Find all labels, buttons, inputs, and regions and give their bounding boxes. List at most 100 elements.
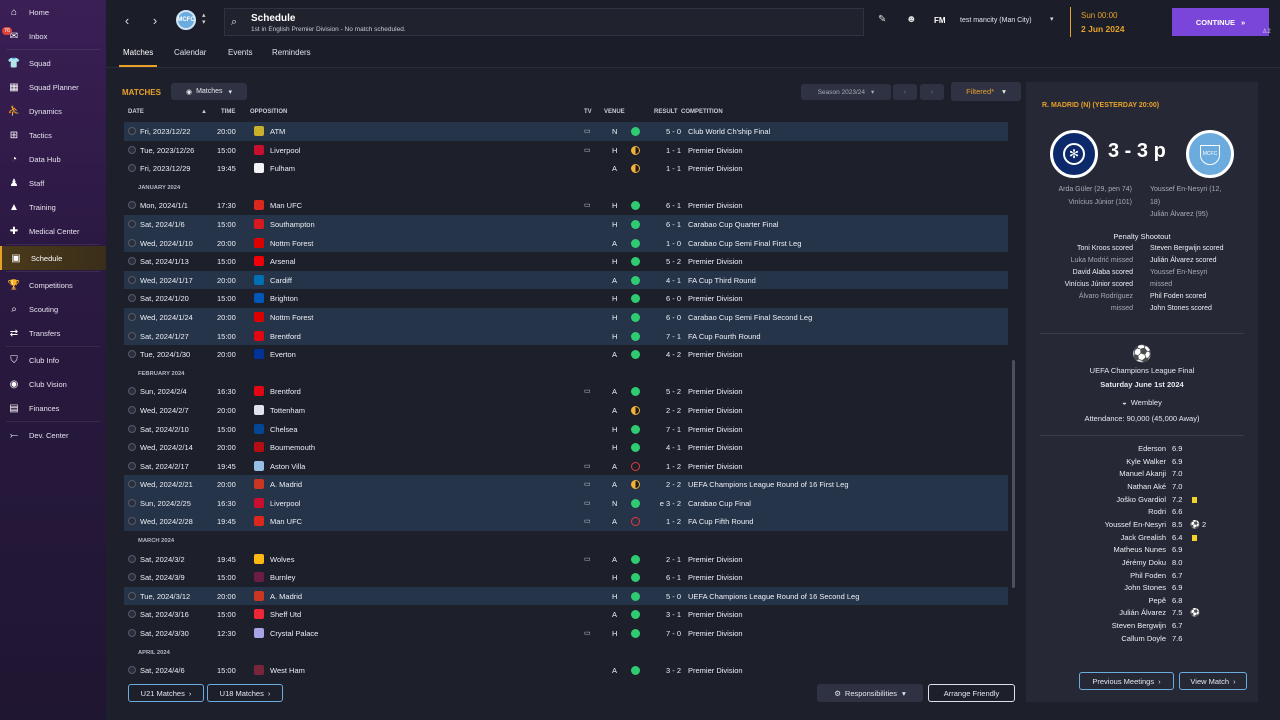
responsibilities-button[interactable]: ⚙ Responsibilities ▾	[817, 684, 923, 702]
previous-meetings-button[interactable]: Previous Meetings ›	[1079, 672, 1174, 690]
table-row[interactable]: Sat, 2024/2/17 19:45 Aston Villa ▭ A 1 - 2 Pre…	[124, 457, 1008, 476]
player-rating-row[interactable]: Jérémy Doku 8.0	[1026, 557, 1258, 570]
table-row[interactable]: Tue, 2024/1/30 20:00 Everton A 4 - 2 Premier …	[124, 345, 1008, 364]
table-row[interactable]: Sat, 2024/3/30 12:30 Crystal Palace ▭ H 7 - 0…	[124, 624, 1008, 643]
sidebar-item-dev-center[interactable]: ⤚ Dev. Center	[0, 423, 106, 447]
table-row[interactable]: Wed, 2024/1/24 20:00 Nottm Forest H 6 - 0 Car…	[124, 307, 1008, 327]
shield-icon: ⛉	[10, 354, 18, 366]
table-row[interactable]: Sat, 2024/1/27 15:00 Brentford H 7 - 1 FA Cup…	[124, 326, 1008, 346]
table-row[interactable]: Sat, 2024/1/20 15:00 Brighton H 6 - 0 Premier…	[124, 289, 1008, 308]
player-rating-row[interactable]: Julián Álvarez 7.5 ⚽	[1026, 607, 1258, 620]
sidebar-item-inbox[interactable]: ✉ Inbox 76	[0, 24, 106, 48]
table-row[interactable]: Wed, 2024/2/21 20:00 A. Madrid ▭ A 2 - 2 UEFA …	[124, 475, 1008, 494]
real-madrid-crest-icon[interactable]: ✻	[1050, 130, 1098, 178]
arrange-friendly-button[interactable]: Arrange Friendly	[928, 684, 1015, 702]
player-rating-row[interactable]: Jack Grealish 6.4	[1026, 532, 1258, 545]
table-row[interactable]: Wed, 2024/2/7 20:00 Tottenham A 2 - 2 Premier…	[124, 401, 1008, 420]
player-rating-row[interactable]: Manuel Akanji 7.0	[1026, 468, 1258, 481]
u18-matches-button[interactable]: U18 Matches ›	[207, 684, 283, 702]
filter-dropdown[interactable]: Filtered* ▾	[951, 82, 1021, 101]
table-row[interactable]: Sat, 2024/1/13 15:00 Arsenal H 5 - 2 Premier …	[124, 252, 1008, 271]
table-row[interactable]: Sat, 2024/1/6 15:00 Southampton H 6 - 1 Carab…	[124, 214, 1008, 234]
sidebar-item-home[interactable]: ⌂ Home	[0, 0, 106, 24]
table-row[interactable]: Wed, 2024/1/17 20:00 Cardiff A 4 - 1 FA Cup T…	[124, 270, 1008, 290]
table-row[interactable]: Sat, 2024/2/10 15:00 Chelsea H 7 - 1 Premier …	[124, 420, 1008, 439]
forward-arrow-icon[interactable]: ›	[146, 10, 164, 30]
table-row[interactable]: Sun, 2024/2/4 16:30 Brentford ▭ A 5 - 2 Premie…	[124, 382, 1008, 401]
manager-name[interactable]: test mancity (Man City)	[960, 17, 1032, 24]
player-rating-row[interactable]: Callum Doyle 7.6	[1026, 633, 1258, 646]
col-tv[interactable]: TV	[584, 109, 592, 115]
manager-face-icon[interactable]: ☻	[906, 14, 917, 25]
table-row[interactable]: Sat, 2024/3/16 15:00 Sheff Utd A 3 - 1 Premie…	[124, 605, 1008, 624]
col-competition[interactable]: COMPETITION	[681, 109, 723, 115]
tab-events[interactable]: Events	[228, 48, 252, 57]
fm-logo[interactable]: FM	[934, 16, 946, 25]
table-row[interactable]: Sat, 2024/3/2 19:45 Wolves ▭ A 2 - 1 Premier D…	[124, 550, 1008, 569]
u21-matches-button[interactable]: U21 Matches ›	[128, 684, 204, 702]
player-rating-row[interactable]: John Stones 6.9	[1026, 582, 1258, 595]
col-time[interactable]: TIME	[221, 109, 235, 115]
sidebar-item-finances[interactable]: ▤ Finances	[0, 396, 106, 420]
sidebar-item-scouting[interactable]: ⌕ Scouting	[0, 297, 106, 321]
sidebar-item-squad[interactable]: 👕 Squad	[0, 51, 106, 75]
player-rating-row[interactable]: Youssef En-Nesyri 8.5 ⚽ 2	[1026, 519, 1258, 532]
sidebar-item-dynamics[interactable]: ⛹ Dynamics	[0, 99, 106, 123]
sidebar-item-data-hub[interactable]: ◔ Data Hub	[0, 147, 106, 171]
table-row[interactable]: Fri, 2023/12/22 20:00 ATM ▭ N 5 - 0 Club World…	[124, 122, 1008, 141]
col-date[interactable]: DATE	[128, 109, 144, 115]
scrollbar[interactable]	[1012, 360, 1015, 588]
tab-reminders[interactable]: Reminders	[272, 48, 311, 57]
chevron-down-icon[interactable]: ▾	[1050, 15, 1054, 23]
table-row[interactable]: Tue, 2023/12/26 15:00 Liverpool ▭ H 1 - 1 Prem…	[124, 141, 1008, 160]
player-rating-row[interactable]: Nathan Aké 7.0	[1026, 481, 1258, 494]
table-row[interactable]: Wed, 2024/2/14 20:00 Bournemouth H 4 - 1 Prem…	[124, 438, 1008, 457]
player-rating-row[interactable]: Phil Foden 6.7	[1026, 570, 1258, 583]
tab-calendar[interactable]: Calendar	[174, 48, 206, 57]
sidebar-item-transfers[interactable]: ⇄ Transfers	[0, 321, 106, 345]
table-row[interactable]: Wed, 2024/2/28 19:45 Man UFC ▭ A 1 - 2 FA Cup …	[124, 512, 1008, 532]
season-dropdown[interactable]: Season 2023/24 ▾	[801, 84, 891, 100]
table-row[interactable]: Sun, 2024/2/25 16:30 Liverpool ▭ Ne 3 - 2 Car…	[124, 493, 1008, 513]
matches-view-dropdown[interactable]: ◉ Matches ▾	[171, 83, 247, 100]
sort-asc-icon[interactable]: ▲	[201, 109, 207, 115]
col-venue[interactable]: VENUE	[604, 109, 625, 115]
page-title-box[interactable]: ⌕ Schedule 1st in English Premier Divisi…	[224, 8, 864, 36]
sidebar-item-staff[interactable]: ♟ Staff	[0, 171, 106, 195]
table-row[interactable]: Sat, 2024/3/9 15:00 Burnley H 6 - 1 Premier D…	[124, 568, 1008, 587]
player-rating-row[interactable]: Ederson 6.9	[1026, 443, 1258, 456]
player-rating-row[interactable]: Rodri 6.6	[1026, 506, 1258, 519]
man-city-crest-icon[interactable]: MCFC	[1186, 130, 1234, 178]
view-match-button[interactable]: View Match ›	[1179, 672, 1247, 690]
game-date[interactable]: Sun 00:00 2 Jun 2024	[1070, 7, 1162, 37]
col-opposition[interactable]: OPPOSITION	[250, 109, 287, 115]
player-rating-row[interactable]: Steven Bergwijn 6.7	[1026, 620, 1258, 633]
club-crest-icon[interactable]: MCFC	[176, 10, 196, 30]
table-row[interactable]: Fri, 2023/12/29 19:45 Fulham A 1 - 1 Premier …	[124, 159, 1008, 178]
sidebar-item-schedule[interactable]: ▣ Schedule	[0, 246, 106, 270]
search-icon[interactable]: ⌕	[231, 16, 237, 29]
table-row[interactable]: Tue, 2024/3/12 20:00 A. Madrid H 5 - 0 UEFA C…	[124, 586, 1008, 606]
tab-matches[interactable]: Matches	[118, 48, 158, 67]
player-rating-row[interactable]: Pepê 6.8	[1026, 595, 1258, 608]
back-arrow-icon[interactable]: ‹	[118, 10, 136, 30]
table-row[interactable]: Wed, 2024/1/10 20:00 Nottm Forest A 1 - 0 Car…	[124, 233, 1008, 253]
table-row[interactable]: Mon, 2024/1/1 17:30 Man UFC ▭ H 6 - 1 Premier …	[124, 196, 1008, 215]
table-row[interactable]: Sat, 2024/4/6 15:00 West Ham A 3 - 2 Premier …	[124, 661, 1008, 680]
player-rating-row[interactable]: Matheus Nunes 6.9	[1026, 544, 1258, 557]
prev-season-button[interactable]: ‹	[893, 84, 917, 100]
sidebar-item-medical-center[interactable]: ✚ Medical Center	[0, 219, 106, 243]
col-result[interactable]: RESULT	[654, 109, 678, 115]
club-switch-icon[interactable]: ▴ ▾	[202, 12, 206, 26]
next-season-button[interactable]: ›	[920, 84, 944, 100]
sidebar-item-squad-planner[interactable]: ▦ Squad Planner	[0, 75, 106, 99]
sidebar-item-club-vision[interactable]: ◉ Club Vision	[0, 372, 106, 396]
sidebar-item-training[interactable]: ▲ Training	[0, 195, 106, 219]
continue-button[interactable]: CONTINUE »	[1172, 8, 1269, 36]
player-rating-row[interactable]: Joško Gvardiol 7.2	[1026, 494, 1258, 507]
player-rating-row[interactable]: Kyle Walker 6.9	[1026, 456, 1258, 469]
sidebar-item-competitions[interactable]: 🏆 Competitions	[0, 273, 106, 297]
sidebar-item-club-info[interactable]: ⛉ Club Info	[0, 348, 106, 372]
edit-icon[interactable]: ✎	[878, 14, 886, 25]
sidebar-item-tactics[interactable]: ⊞ Tactics	[0, 123, 106, 147]
